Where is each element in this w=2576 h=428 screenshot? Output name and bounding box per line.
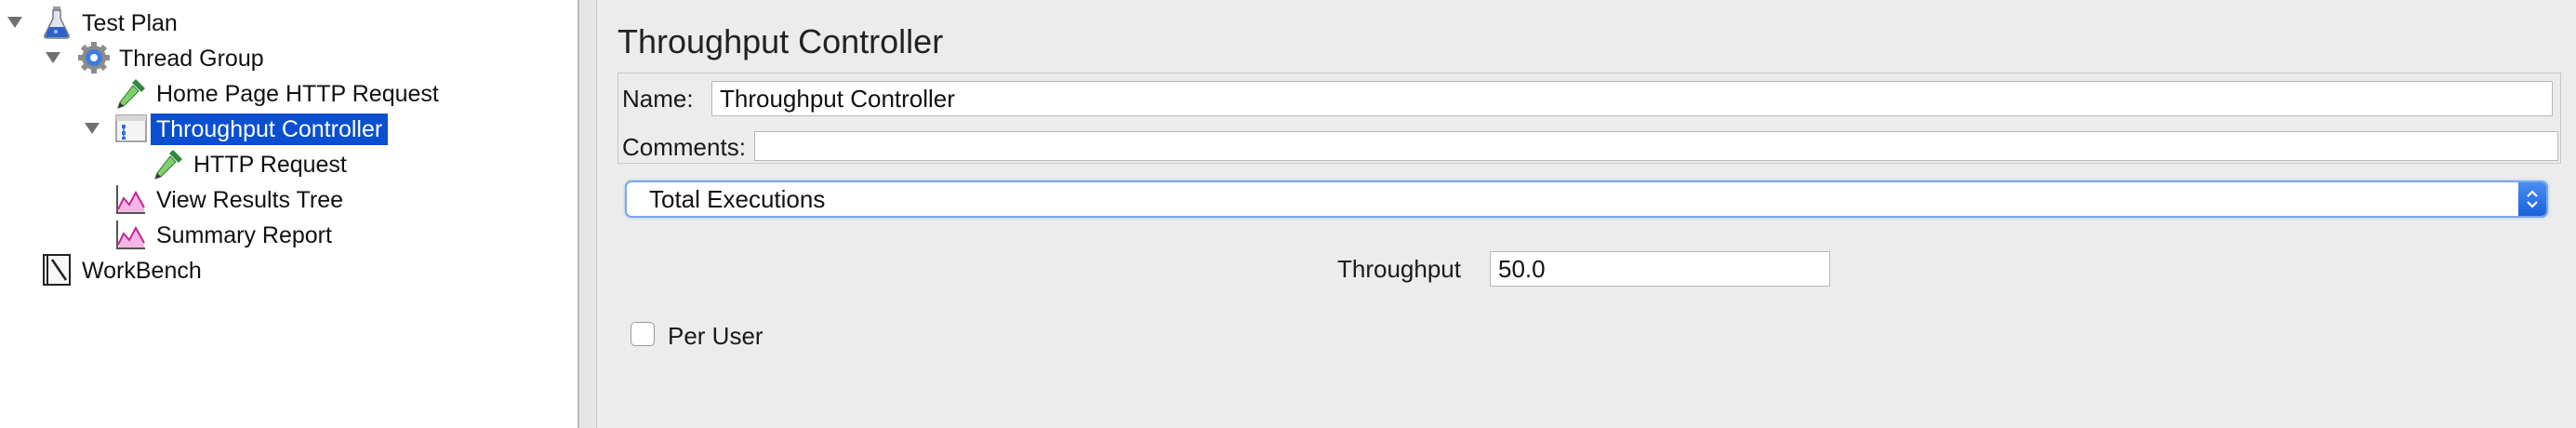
- name-field[interactable]: Throughput Controller: [711, 81, 2553, 116]
- flask-icon: [39, 5, 74, 40]
- execution-mode-value: Total Executions: [649, 185, 826, 213]
- gear-icon: [76, 40, 112, 75]
- tree-item-summary-report[interactable]: Summary Report: [151, 220, 338, 251]
- tree-item-home-page-http-request[interactable]: Home Page HTTP Request: [151, 78, 445, 110]
- name-label: Name:: [622, 85, 694, 113]
- jmeter-window: Test Plan Thread Group Home Page HTTP Re…: [0, 0, 2576, 428]
- per-user-label: Per User: [668, 322, 764, 350]
- throughput-label: Throughput: [1337, 255, 1461, 283]
- tree-item-http-request[interactable]: HTTP Request: [188, 149, 352, 181]
- name-comments-panel: Name: Throughput Controller Comments:: [617, 73, 2561, 164]
- execution-mode-select[interactable]: Total Executions: [625, 181, 2548, 218]
- pipette-icon: [151, 146, 186, 181]
- pipette-icon: [113, 75, 149, 111]
- graph-icon: [113, 181, 149, 217]
- throughput-field[interactable]: 50.0: [1490, 251, 1830, 287]
- expand-toggle-icon[interactable]: [82, 118, 102, 139]
- expand-toggle-icon[interactable]: [5, 12, 25, 33]
- comments-label: Comments:: [622, 133, 746, 161]
- tree-item-thread-group[interactable]: Thread Group: [113, 43, 270, 74]
- tree-item-view-results-tree[interactable]: View Results Tree: [151, 184, 349, 216]
- tree-item-workbench[interactable]: WorkBench: [76, 255, 207, 287]
- panel-splitter[interactable]: [579, 0, 597, 428]
- notebook-icon: [39, 252, 74, 288]
- comments-field[interactable]: [754, 131, 2558, 161]
- chevron-updown-icon[interactable]: [2518, 182, 2546, 216]
- controller-icon: [113, 111, 149, 146]
- expand-toggle-icon[interactable]: [43, 47, 63, 68]
- graph-icon: [113, 217, 149, 252]
- per-user-checkbox[interactable]: [631, 322, 655, 346]
- tree-item-test-plan[interactable]: Test Plan: [76, 7, 183, 39]
- test-plan-tree: Test Plan Thread Group Home Page HTTP Re…: [0, 0, 579, 428]
- editor-title: Throughput Controller: [617, 22, 944, 60]
- tree-item-throughput-controller[interactable]: Throughput Controller: [151, 114, 389, 145]
